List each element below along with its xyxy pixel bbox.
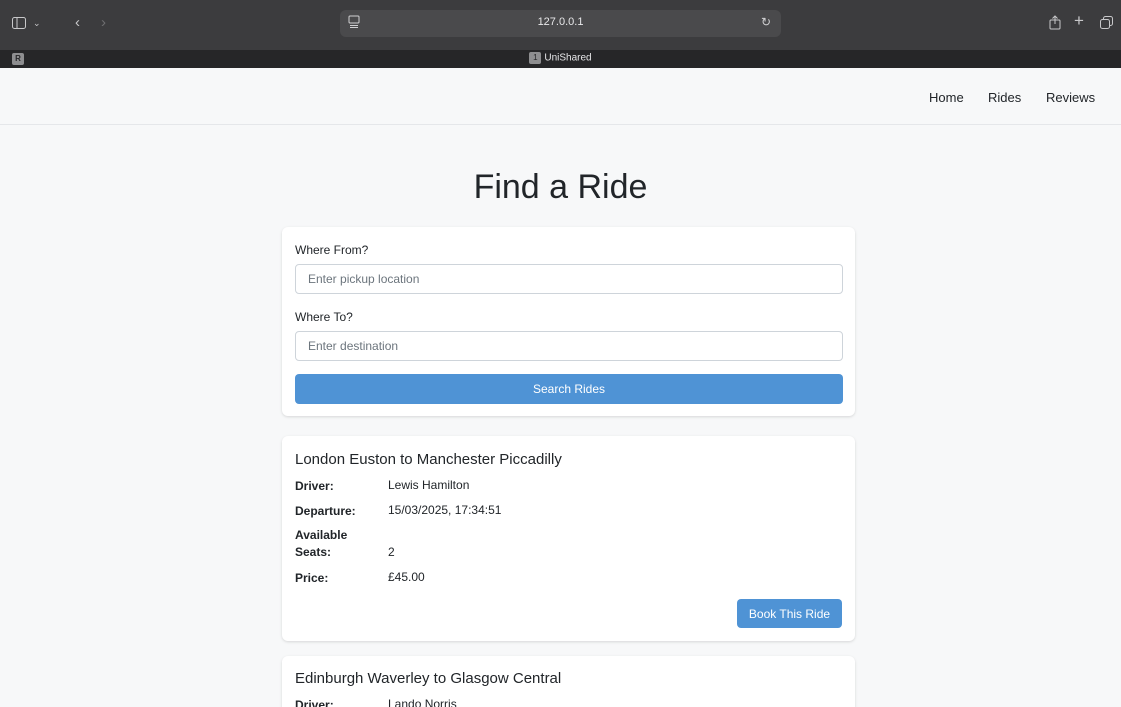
seats-label: Seats: (295, 545, 332, 559)
nav-rides-link[interactable]: Rides (988, 90, 1021, 105)
destination-input[interactable] (295, 331, 843, 361)
book-ride-button[interactable]: Book This Ride (737, 599, 842, 628)
back-arrow-icon[interactable]: ‹ (75, 15, 80, 30)
price-value: £45.00 (388, 570, 425, 584)
driver-label: Driver: (295, 698, 334, 707)
url-text: 127.0.0.1 (537, 16, 584, 28)
tab-title: UniShared (544, 52, 592, 64)
reload-icon[interactable]: ↻ (761, 15, 771, 29)
tab-overview-icon[interactable] (1100, 16, 1113, 31)
forward-arrow-icon[interactable]: › (101, 15, 106, 30)
from-label: Where From? (295, 243, 369, 257)
departure-label: Departure: (295, 504, 356, 518)
nav-reviews-link[interactable]: Reviews (1046, 90, 1095, 105)
nav-home-link[interactable]: Home (929, 90, 964, 105)
page-title: Find a Ride (473, 168, 648, 206)
site-navbar: Home Rides Reviews (0, 68, 1121, 125)
available-label: Available (295, 528, 348, 542)
seats-value: 2 (388, 545, 395, 559)
ride-title: London Euston to Manchester Piccadilly (295, 451, 562, 468)
driver-value: Lando Norris (388, 697, 457, 707)
driver-value: Lewis Hamilton (388, 478, 470, 492)
pickup-location-input[interactable] (295, 264, 843, 294)
address-bar[interactable]: 127.0.0.1 ↻ (340, 10, 781, 37)
driver-label: Driver: (295, 479, 334, 493)
tab-favicon: 1 (529, 52, 542, 64)
ride-card: London Euston to Manchester Piccadilly D… (282, 436, 855, 641)
active-tab[interactable]: 1 UniShared (0, 52, 1121, 64)
search-form-card: Where From? Where To? Search Rides (282, 227, 855, 416)
share-icon[interactable] (1049, 15, 1061, 32)
search-rides-button[interactable]: Search Rides (295, 374, 843, 404)
ride-card: Edinburgh Waverley to Glasgow Central Dr… (282, 656, 855, 707)
departure-value: 15/03/2025, 17:34:51 (388, 503, 502, 517)
to-label: Where To? (295, 310, 353, 324)
price-label: Price: (295, 571, 329, 585)
ride-title: Edinburgh Waverley to Glasgow Central (295, 670, 562, 687)
chevron-down-icon[interactable]: ⌄ (33, 17, 41, 30)
new-tab-icon[interactable]: + (1074, 12, 1084, 29)
browser-toolbar: ⌄ ‹ › 127.0.0.1 ↻ + (0, 0, 1121, 50)
sidebar-toggle-icon[interactable] (12, 17, 26, 31)
